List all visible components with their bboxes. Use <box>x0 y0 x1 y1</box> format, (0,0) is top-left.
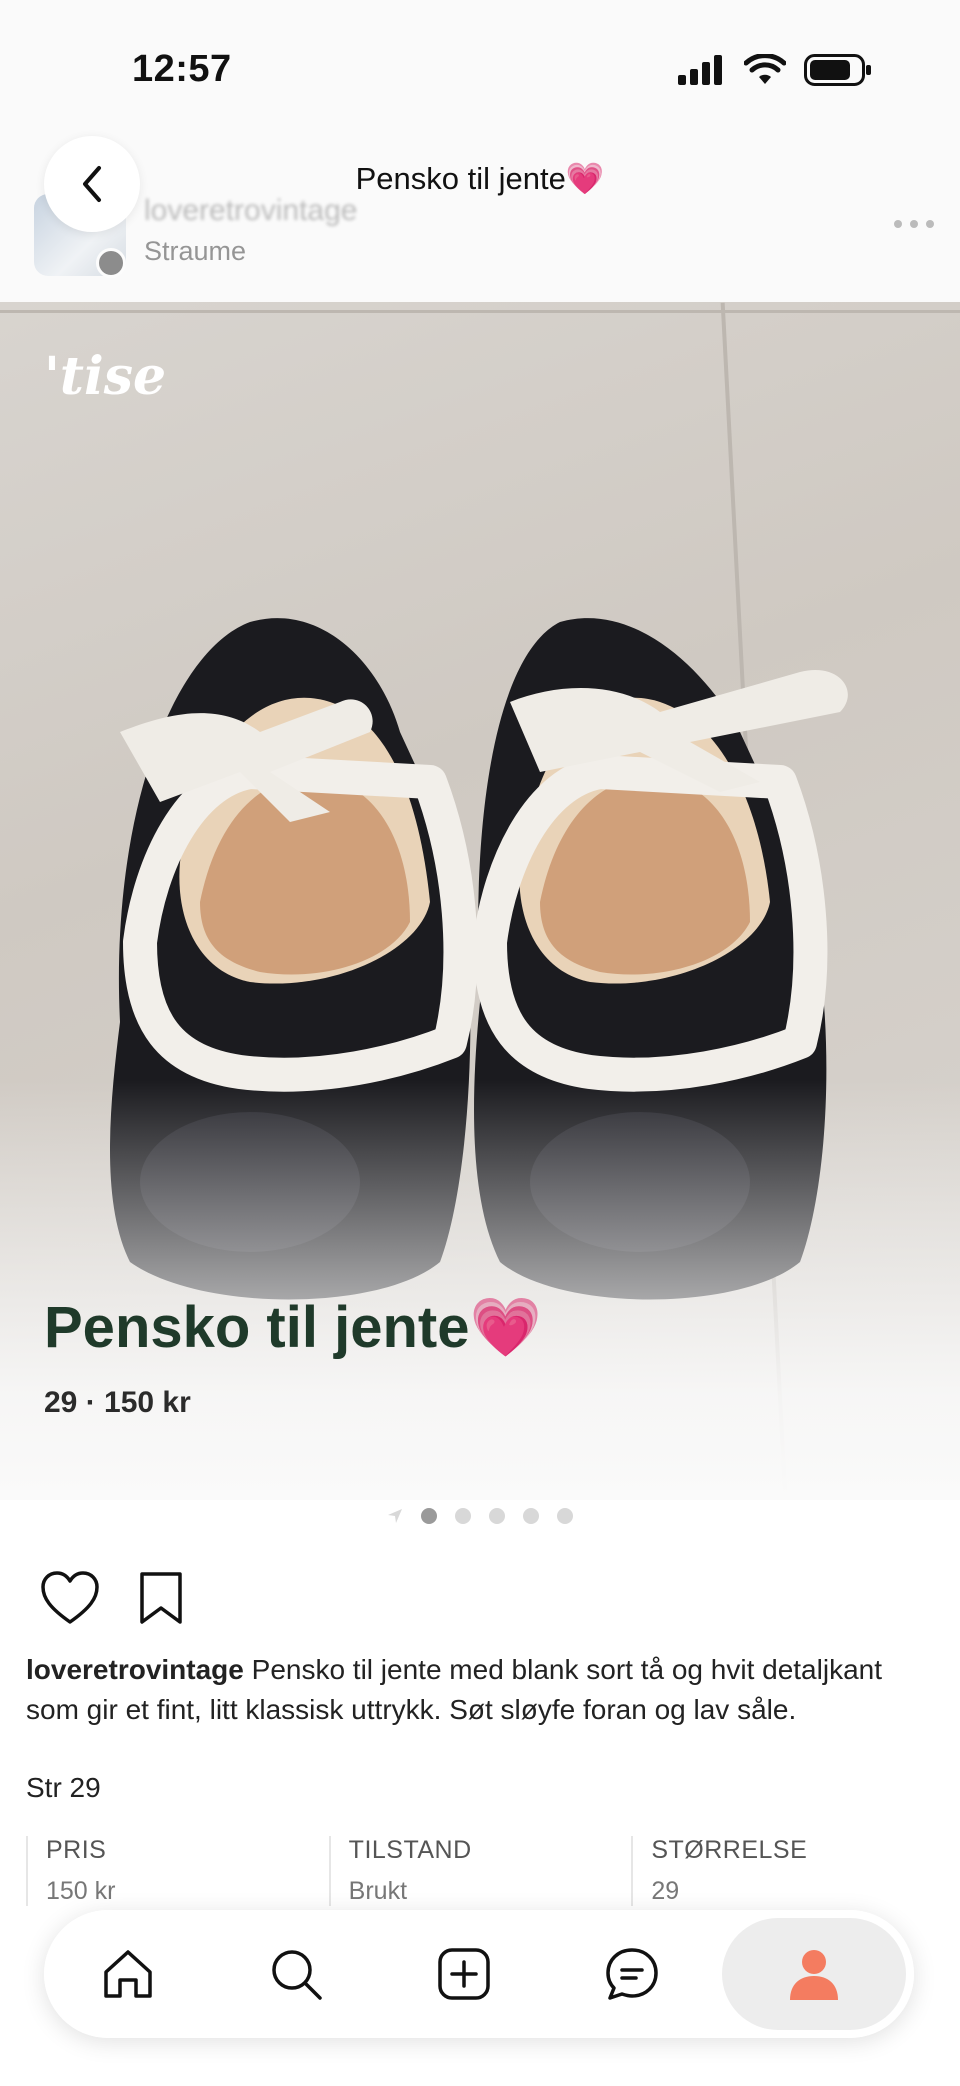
home-icon <box>104 1950 152 1998</box>
nav-home[interactable] <box>44 1918 212 2030</box>
location-arrow-icon <box>388 1509 402 1523</box>
info-price: PRIS 150 kr <box>26 1836 329 1906</box>
chat-icon <box>606 1948 658 2000</box>
tise-watermark: 'tise <box>44 346 167 407</box>
image-overlay-title: Pensko til jente💗 <box>44 1295 542 1360</box>
search-icon <box>272 1950 322 2000</box>
page-title: Pensko til jente💗 <box>355 161 605 196</box>
product-image[interactable]: 'tise Pensko til jente💗 29 · 150 kr <box>0 302 960 1500</box>
verified-badge-icon <box>96 248 126 278</box>
image-fade <box>0 1080 960 1500</box>
post-username[interactable]: loveretrovintage <box>26 1654 244 1685</box>
add-icon <box>438 1948 490 2000</box>
profile-icon <box>790 1950 838 2000</box>
bookmark-icon[interactable] <box>136 1570 186 1626</box>
post-actions <box>40 1570 186 1626</box>
info-condition: TILSTAND Brukt <box>328 1836 632 1906</box>
heart-icon[interactable] <box>40 1570 100 1626</box>
status-icons <box>678 54 872 86</box>
info-label: STØRRELSE <box>651 1836 808 1864</box>
info-grid: PRIS 150 kr TILSTAND Brukt STØRRELSE 29 <box>26 1836 934 1906</box>
info-value: 150 kr <box>46 1877 116 1905</box>
post-description: loveretrovintage Pensko til jente med bl… <box>26 1650 936 1730</box>
seller-location: Straume <box>144 236 247 266</box>
info-label: PRIS <box>46 1836 107 1864</box>
seller-row[interactable]: loveretrovintage Straume <box>34 190 934 280</box>
nav-profile[interactable] <box>722 1918 906 2030</box>
info-value: Brukt <box>348 1877 408 1905</box>
pagination-dot[interactable] <box>489 1508 505 1524</box>
seller-name[interactable]: loveretrovintage <box>144 194 357 228</box>
more-options-icon[interactable] <box>894 220 934 228</box>
nav-add[interactable] <box>380 1918 548 2030</box>
cellular-signal-icon <box>678 55 722 85</box>
info-value: 29 <box>651 1877 680 1905</box>
bottom-navigation <box>44 1910 914 2038</box>
info-size: STØRRELSE 29 <box>631 1836 934 1906</box>
pagination-dot[interactable] <box>557 1508 573 1524</box>
pagination-dot[interactable] <box>523 1508 539 1524</box>
status-bar: 12:57 <box>0 0 960 140</box>
status-time: 12:57 <box>132 48 232 90</box>
info-label: TILSTAND <box>348 1836 472 1864</box>
chevron-left-icon <box>83 166 101 202</box>
size-text: Str 29 <box>26 1772 101 1803</box>
battery-icon <box>804 54 871 86</box>
nav-search[interactable] <box>212 1918 380 2030</box>
nav-messages[interactable] <box>548 1918 716 2030</box>
pagination-dot[interactable] <box>455 1508 471 1524</box>
image-pagination[interactable] <box>0 1508 960 1524</box>
image-overlay-price: 29 · 150 kr <box>44 1386 191 1419</box>
wifi-icon <box>744 54 786 84</box>
back-button[interactable] <box>44 136 140 232</box>
pagination-dot[interactable] <box>421 1508 437 1524</box>
